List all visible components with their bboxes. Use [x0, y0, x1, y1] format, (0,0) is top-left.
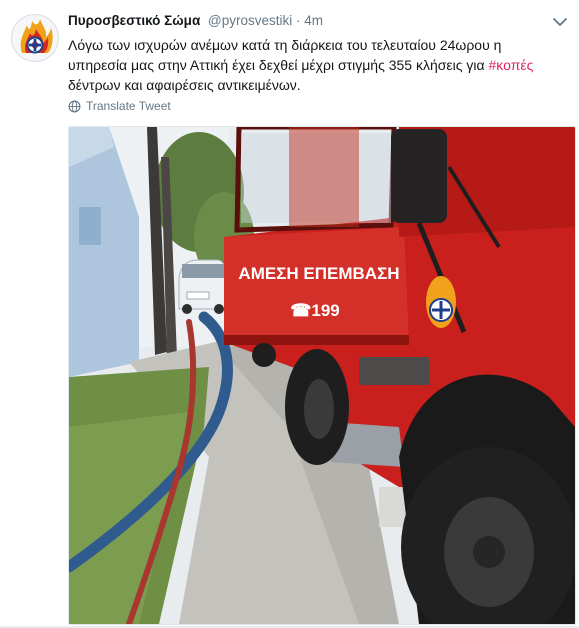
- author-handle[interactable]: @pyrosvestiki: [208, 13, 292, 28]
- author-avatar[interactable]: [11, 14, 59, 62]
- tweet-text-part-2: δέντρων και αφαιρέσεις αντικειμένων.: [68, 77, 301, 93]
- translate-tweet-link[interactable]: Translate Tweet: [68, 99, 171, 113]
- tweet-text-part-1: Λόγω των ισχυρών ανέμων κατά τη διάρκεια…: [68, 37, 502, 73]
- hashtag-link[interactable]: #κοπές: [489, 57, 534, 73]
- tweet-header: Πυροσβεστικό Σώμα @pyrosvestiki · 4m: [68, 13, 323, 28]
- truck-door-text: ΑΜΕΣΗ ΕΠΕΜΒΑΣΗ: [238, 264, 399, 283]
- globe-icon: [68, 100, 81, 112]
- chevron-down-icon[interactable]: [552, 15, 568, 29]
- author-name[interactable]: Πυροσβεστικό Σώμα: [68, 13, 200, 28]
- tweet-card: Πυροσβεστικό Σώμα @pyrosvestiki · 4m Λόγ…: [0, 0, 579, 628]
- truck-phone-number: ☎199: [290, 301, 340, 320]
- fire-service-logo: [13, 16, 57, 60]
- separator-dot: ·: [296, 13, 301, 28]
- translate-label: Translate Tweet: [86, 99, 171, 113]
- tweet-photo[interactable]: ΑΜΕΣΗ ΕΠΕΜΒΑΣΗ ☎199: [68, 126, 576, 625]
- tweet-text: Λόγω των ισχυρών ανέμων κατά τη διάρκεια…: [68, 35, 538, 95]
- fire-truck-photo: ΑΜΕΣΗ ΕΠΕΜΒΑΣΗ ☎199: [69, 127, 575, 624]
- tweet-timestamp[interactable]: 4m: [304, 13, 323, 28]
